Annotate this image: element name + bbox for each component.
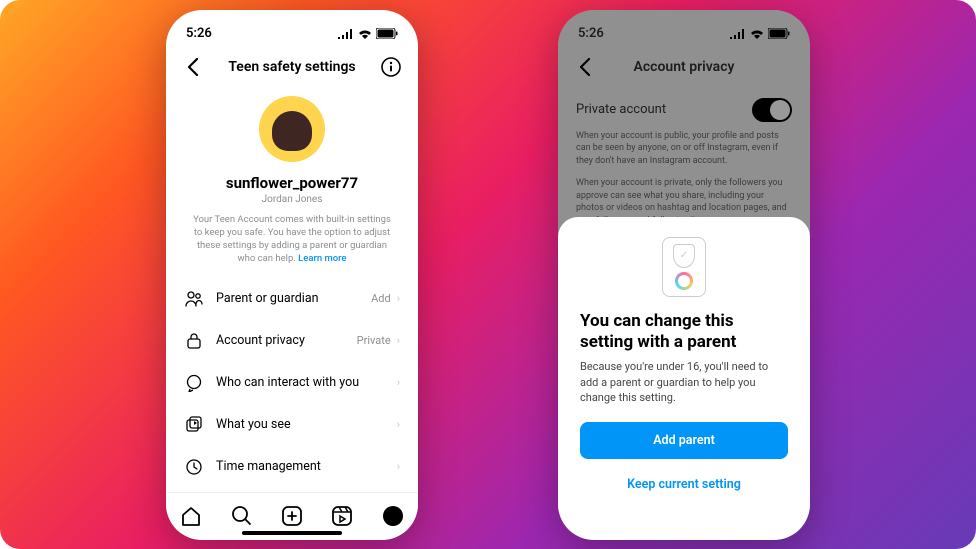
chevron-right-icon: › [397, 418, 400, 431]
nav-create[interactable] [281, 505, 303, 527]
plus-square-icon [281, 505, 303, 527]
add-parent-button[interactable]: Add parent [580, 422, 788, 459]
setting-label: What you see [216, 417, 397, 432]
keep-setting-button[interactable]: Keep current setting [580, 469, 788, 500]
chevron-right-icon: › [397, 334, 400, 347]
setting-label: Who can interact with you [216, 375, 397, 390]
chevron-right-icon: › [397, 292, 400, 305]
setting-what-you-see[interactable]: What you see › [166, 404, 418, 446]
setting-parent-guardian[interactable]: Parent or guardian Add › [166, 278, 418, 320]
chevron-right-icon: › [397, 376, 400, 389]
display-name: Jordan Jones [186, 194, 398, 205]
status-time: 5:26 [186, 26, 212, 41]
parent-sheet: ✓ You can change this setting with a par… [558, 217, 810, 540]
shield-icon: ✓ [673, 244, 695, 268]
back-button[interactable] [182, 56, 204, 78]
chat-icon [184, 373, 204, 393]
setting-label: Parent or guardian [216, 291, 371, 306]
header: Teen safety settings [166, 48, 418, 86]
setting-value: Private [357, 334, 391, 347]
setting-time-management[interactable]: Time management › [166, 446, 418, 488]
search-icon [231, 505, 253, 527]
battery-icon [376, 28, 398, 39]
username: sunflower_power77 [186, 174, 398, 192]
status-indicators [338, 28, 398, 39]
nav-profile[interactable] [382, 505, 404, 527]
profile-section: sunflower_power77 Jordan Jones Your Teen… [166, 86, 418, 272]
reels-icon [331, 505, 353, 527]
phone-account-privacy: 5:26 Account privacy Private account Whe… [558, 10, 810, 540]
people-icon [184, 289, 204, 309]
info-button[interactable] [380, 56, 402, 78]
clock-icon [184, 457, 204, 477]
profile-icon [382, 505, 404, 527]
learn-more-link[interactable]: Learn more [298, 253, 346, 264]
lock-icon [184, 331, 204, 351]
home-icon [180, 505, 202, 527]
setting-label: Time management [216, 459, 397, 474]
setting-account-privacy[interactable]: Account privacy Private › [166, 320, 418, 362]
sheet-title: You can change this setting with a paren… [580, 311, 788, 354]
chevron-left-icon [188, 58, 199, 76]
info-icon [381, 57, 401, 77]
chevron-right-icon: › [397, 460, 400, 473]
media-icon [184, 415, 204, 435]
avatar [259, 96, 325, 162]
phone-teen-safety: 5:26 Teen safety settings sunflower_powe… [166, 10, 418, 540]
nav-home[interactable] [180, 505, 202, 527]
setting-interact[interactable]: Who can interact with you › [166, 362, 418, 404]
gradient-ring-icon [675, 272, 693, 290]
sheet-description: Because you're under 16, you'll need to … [580, 359, 788, 405]
status-bar: 5:26 [166, 10, 418, 48]
signal-icon [338, 29, 354, 39]
wifi-icon [358, 29, 372, 39]
nav-reels[interactable] [331, 505, 353, 527]
settings-list: Parent or guardian Add › Account privacy… [166, 272, 418, 494]
setting-label: Account privacy [216, 333, 357, 348]
home-indicator [242, 531, 342, 535]
description: Your Teen Account comes with built-in se… [186, 213, 398, 266]
page-title: Teen safety settings [204, 59, 380, 75]
phone-shield-illustration: ✓ [662, 237, 706, 297]
nav-search[interactable] [231, 505, 253, 527]
setting-value: Add [371, 292, 391, 305]
